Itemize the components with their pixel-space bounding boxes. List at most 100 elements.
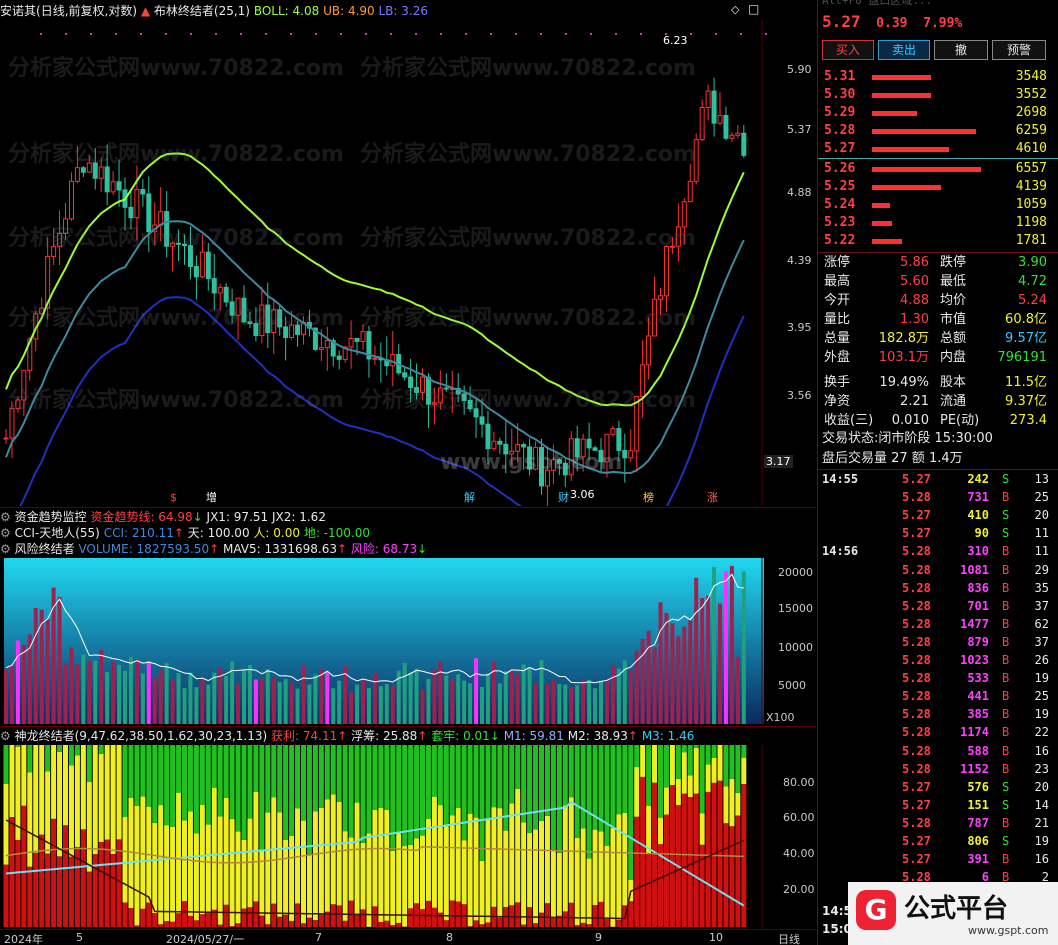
bid-row[interactable]: 5.23 1198: [818, 214, 1058, 232]
bid-row[interactable]: 5.22 1781: [818, 232, 1058, 250]
huoli-bar: [122, 902, 128, 927]
ask-row[interactable]: 5.31 3548: [818, 68, 1058, 86]
tick-count: 20: [1034, 779, 1049, 794]
candle-body: [110, 181, 116, 193]
tick-row[interactable]: 5.28 836 B 35: [818, 579, 1058, 597]
tick-row[interactable]: 5.27 90 S 11: [818, 524, 1058, 542]
tick-count: 37: [1034, 598, 1049, 613]
stat-value: 2.21: [900, 394, 929, 409]
stat-row: 最高 5.60 最低 4.72: [818, 273, 1058, 291]
candle-body: [324, 340, 330, 349]
tick-row[interactable]: 5.28 1081 B 29: [818, 561, 1058, 579]
ask-row[interactable]: 5.28 6259: [818, 122, 1058, 140]
fxzjz-title[interactable]: 风险终结者: [15, 542, 75, 556]
taolao-bar: [473, 745, 479, 818]
huoli-bar: [199, 914, 205, 927]
tick-row[interactable]: 5.28 385 B 19: [818, 705, 1058, 723]
indicator-name[interactable]: 布林终结者(25,1): [154, 4, 250, 18]
tick-row[interactable]: 5.27 410 S 20: [818, 506, 1058, 524]
huoli-bar: [663, 814, 669, 927]
tick-side: B: [1002, 634, 1010, 649]
tick-row[interactable]: 5.28 1477 B 62: [818, 615, 1058, 633]
bid-volume: 4139: [1015, 179, 1047, 194]
price-tick: 3.95: [787, 321, 812, 334]
period-label[interactable]: 日线: [778, 931, 800, 945]
volume-bar: [682, 626, 687, 724]
taolao-bar: [533, 745, 539, 830]
candle-body: [598, 449, 604, 463]
tick-side: S: [1002, 526, 1010, 541]
alert-button[interactable]: 预警: [992, 40, 1046, 60]
tick-row[interactable]: 5.28 787 B 21: [818, 814, 1058, 832]
stock-name[interactable]: 安诺其: [0, 4, 36, 18]
tick-volume: 806: [967, 834, 989, 848]
tick-row[interactable]: 5.28 731 B 25: [818, 488, 1058, 506]
volume-bar: [723, 571, 728, 724]
bid-row[interactable]: 5.26 6557: [818, 160, 1058, 178]
tick-row[interactable]: 5.28 701 B 37: [818, 597, 1058, 615]
cancel-button[interactable]: 撤: [934, 40, 988, 60]
volume-chart[interactable]: [0, 558, 816, 724]
tick-row[interactable]: 5.28 1174 B 22: [818, 723, 1058, 741]
x-label-5: 5: [76, 931, 83, 944]
tick-row[interactable]: 14:56 5.28 310 B 11: [818, 542, 1058, 560]
tick-count: 25: [1034, 689, 1049, 704]
tick-side: B: [1002, 761, 1010, 776]
volume-bar: [563, 684, 568, 724]
tick-row[interactable]: 5.28 1152 B 23: [818, 760, 1058, 778]
gear-icon[interactable]: ⚙: [0, 510, 11, 524]
huoli-bar: [128, 907, 134, 927]
tick-row[interactable]: 5.28 441 B 25: [818, 687, 1058, 705]
candle-body: [176, 242, 182, 245]
cci-title[interactable]: CCI-天地人(55): [15, 526, 100, 540]
fuchou-bar: [324, 799, 330, 912]
gear-icon[interactable]: ⚙: [0, 729, 11, 743]
tick-row[interactable]: 5.28 533 B 19: [818, 669, 1058, 687]
tick-row[interactable]: 5.27 391 B 16: [818, 850, 1058, 868]
candle-body: [134, 189, 140, 219]
taolao-bar: [735, 745, 741, 793]
tick-row[interactable]: 5.27 576 S 20: [818, 778, 1058, 796]
candle-body: [408, 376, 414, 389]
candle-body: [3, 437, 9, 440]
tick-row[interactable]: 5.28 879 B 37: [818, 633, 1058, 651]
candle-body: [164, 211, 170, 247]
signal-dot: [690, 33, 692, 35]
tick-row[interactable]: 5.28 588 B 16: [818, 742, 1058, 760]
candle-body: [253, 323, 259, 337]
taolao-bar: [485, 745, 491, 819]
candle-body: [146, 193, 152, 233]
collapse-icon[interactable]: ◇: [731, 3, 739, 16]
gear-icon[interactable]: ⚙: [0, 542, 11, 556]
price-change: 0.39: [876, 16, 908, 31]
buy-button[interactable]: 买入: [822, 40, 874, 60]
stat-label: 总额: [940, 331, 967, 346]
gear-icon[interactable]: ⚙: [0, 526, 11, 540]
ask-bar: [872, 75, 931, 80]
zjqs-title[interactable]: 资金趋势监控: [15, 510, 87, 524]
huoli-bar: [277, 916, 283, 927]
bid-row[interactable]: 5.24 1059: [818, 196, 1058, 214]
huoli-bar: [372, 906, 378, 927]
close-icon[interactable]: □: [748, 2, 759, 16]
tick-row[interactable]: 5.27 151 S 14: [818, 796, 1058, 814]
tick-row[interactable]: 14:55 5.27 242 S 13: [818, 470, 1058, 488]
ub-value: UB: 4.90: [323, 4, 375, 18]
stat-label: 收益(三): [824, 413, 874, 428]
signal-dot: [165, 33, 167, 35]
volume-bar: [63, 663, 68, 724]
candle-body: [592, 447, 598, 451]
period-label: (日线,前复权,对数): [36, 4, 138, 18]
volume-bar: [575, 685, 580, 724]
ask-row[interactable]: 5.30 3552: [818, 86, 1058, 104]
sl-chart[interactable]: [0, 745, 816, 929]
ask-row[interactable]: 5.27 4610: [818, 140, 1058, 158]
ask-row[interactable]: 5.29 2698: [818, 104, 1058, 122]
candle-body: [229, 301, 235, 316]
tick-row[interactable]: 5.28 1023 B 26: [818, 651, 1058, 669]
sl-title[interactable]: 神龙终结者(9,47.62,38.50,1.62,30,23,1.13): [15, 729, 268, 743]
sell-button[interactable]: 卖出: [878, 40, 930, 60]
bid-row[interactable]: 5.25 4139: [818, 178, 1058, 196]
tick-row[interactable]: 5.27 806 S 19: [818, 832, 1058, 850]
kline-chart[interactable]: 6.23 3.06 $ 增 解 财 榜 涨: [0, 20, 816, 506]
